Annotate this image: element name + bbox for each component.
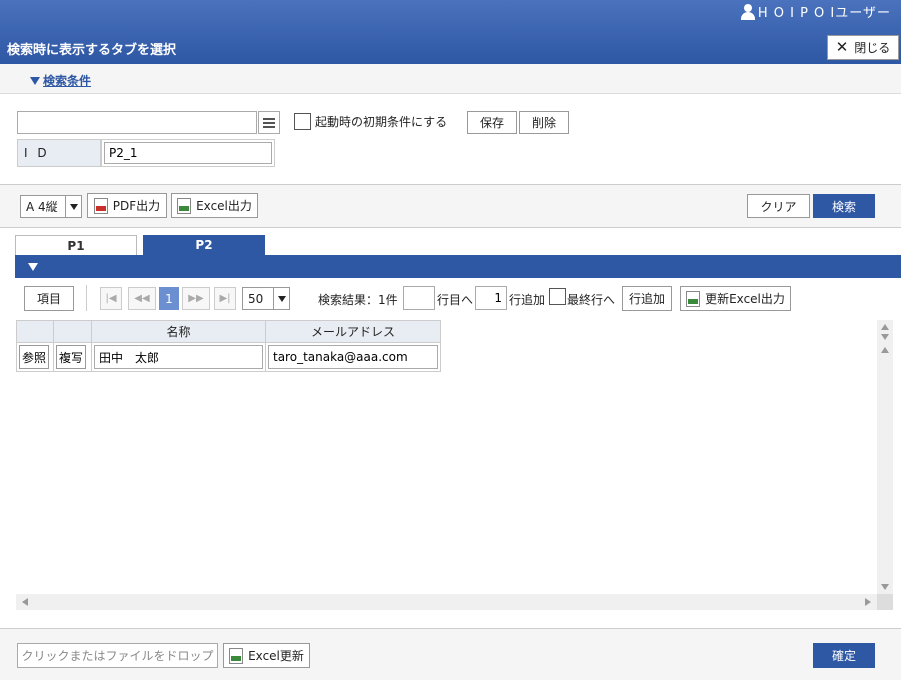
excel-file-icon: [686, 290, 701, 307]
first-page-button[interactable]: |◀: [100, 287, 122, 310]
view-button[interactable]: 参照: [19, 345, 50, 369]
results-table: 名称 メールアドレス 参照 複写: [16, 320, 441, 372]
search-result-count: 検索結果：1件: [318, 293, 398, 307]
update-excel-export-label: 更新Excel出力: [705, 292, 785, 306]
id-label: I D: [17, 139, 101, 167]
update-excel-export-button[interactable]: 更新Excel出力: [680, 286, 791, 311]
file-drop-zone[interactable]: クリックまたはファイルをドロップ: [17, 643, 218, 668]
excel-update-label: Excel更新: [248, 649, 304, 663]
default-condition-checkbox[interactable]: [294, 113, 311, 130]
header-bar: H O I P O Iユーザー 検索時に表示するタブを選択: [0, 0, 901, 64]
pdf-export-button[interactable]: PDF出力: [87, 193, 167, 218]
vertical-scrollbar[interactable]: [877, 320, 893, 596]
search-conditions-toggle[interactable]: 検索条件: [30, 72, 91, 89]
excel-export-label: Excel出力: [196, 199, 252, 213]
default-condition-label: 起動時の初期条件にする: [315, 115, 448, 129]
add-rows-count-input[interactable]: [475, 286, 507, 310]
next-page-button[interactable]: ▶▶: [182, 287, 210, 310]
columns-button[interactable]: 項目: [24, 286, 74, 311]
horizontal-scrollbar[interactable]: [16, 594, 877, 610]
tab-p2[interactable]: P2: [143, 235, 265, 255]
copy-button[interactable]: 複写: [56, 345, 87, 369]
condition-preset-input[interactable]: [17, 111, 257, 134]
table-cell: 参照: [16, 342, 54, 372]
search-button[interactable]: 検索: [813, 194, 875, 218]
goto-row-input[interactable]: [403, 286, 435, 310]
current-page-button[interactable]: 1: [159, 287, 179, 310]
search-conditions-label: 検索条件: [43, 74, 92, 88]
rows-per-page-select[interactable]: 50: [242, 287, 290, 310]
page-title: 検索時に表示するタブを選択: [7, 43, 177, 58]
paper-size-select[interactable]: A 4縦: [20, 195, 82, 218]
column-header-email: メールアドレス: [265, 320, 441, 343]
collapse-triangle-icon: [30, 76, 40, 85]
add-rows-label: 行追加: [509, 293, 546, 307]
scroll-down-icon[interactable]: [881, 334, 889, 340]
rows-per-page-value: 50: [248, 291, 264, 306]
clear-button[interactable]: クリア: [747, 194, 810, 218]
excel-file-icon: [177, 197, 192, 214]
id-cell: [101, 139, 275, 167]
last-row-checkbox[interactable]: [549, 288, 566, 305]
close-button[interactable]: ✕ 閉じる: [827, 35, 899, 60]
column-header-action1: [16, 320, 54, 343]
excel-file-icon: [229, 647, 244, 664]
tab-p1[interactable]: P1: [15, 235, 137, 255]
preset-list-button[interactable]: [258, 111, 280, 134]
delete-button[interactable]: 削除: [519, 111, 569, 134]
tab-content-bar: [15, 255, 901, 278]
scroll-up-icon[interactable]: [881, 324, 889, 330]
name-input[interactable]: [94, 345, 263, 369]
pdf-export-label: PDF出力: [112, 199, 161, 213]
close-icon: ✕: [835, 38, 849, 56]
prev-page-button[interactable]: ◀◀: [128, 287, 156, 310]
paper-size-value: A 4縦: [26, 200, 58, 214]
pdf-file-icon: [93, 197, 108, 214]
last-row-label: 最終行へ: [567, 293, 616, 307]
scroll-up-icon[interactable]: [881, 347, 889, 353]
add-row-button[interactable]: 行追加: [622, 286, 672, 311]
user-name: H O I P O Iユーザー: [757, 6, 891, 21]
chevron-down-icon: [65, 196, 81, 217]
table-cell: [265, 342, 441, 372]
list-icon: [263, 117, 275, 120]
close-label: 閉じる: [854, 41, 891, 55]
table-row: 参照 複写: [16, 342, 441, 372]
user-icon: [740, 3, 755, 20]
user-menu[interactable]: H O I P O Iユーザー: [740, 2, 891, 21]
excel-update-button[interactable]: Excel更新: [223, 643, 310, 668]
default-condition-option[interactable]: 起動時の初期条件にする: [294, 113, 447, 130]
excel-export-button[interactable]: Excel出力: [171, 193, 258, 218]
column-header-name: 名称: [91, 320, 266, 343]
table-cell: [91, 342, 266, 372]
confirm-button[interactable]: 確定: [813, 643, 875, 668]
last-page-button[interactable]: ▶|: [214, 287, 236, 310]
id-input[interactable]: [104, 142, 272, 164]
pager-divider: [86, 285, 87, 311]
table-cell: 複写: [53, 342, 92, 372]
scrollbar-corner: [877, 594, 893, 610]
scroll-down-icon[interactable]: [881, 584, 889, 590]
search-conditions-bar: 検索条件: [0, 64, 901, 94]
collapse-triangle-icon[interactable]: [28, 263, 38, 271]
chevron-down-icon: [273, 288, 289, 309]
save-button[interactable]: 保存: [467, 111, 517, 134]
scroll-right-icon[interactable]: [865, 598, 871, 606]
email-input[interactable]: [268, 345, 438, 369]
goto-row-label: 行目へ: [437, 293, 474, 307]
column-header-action2: [53, 320, 92, 343]
scroll-left-icon[interactable]: [22, 598, 28, 606]
